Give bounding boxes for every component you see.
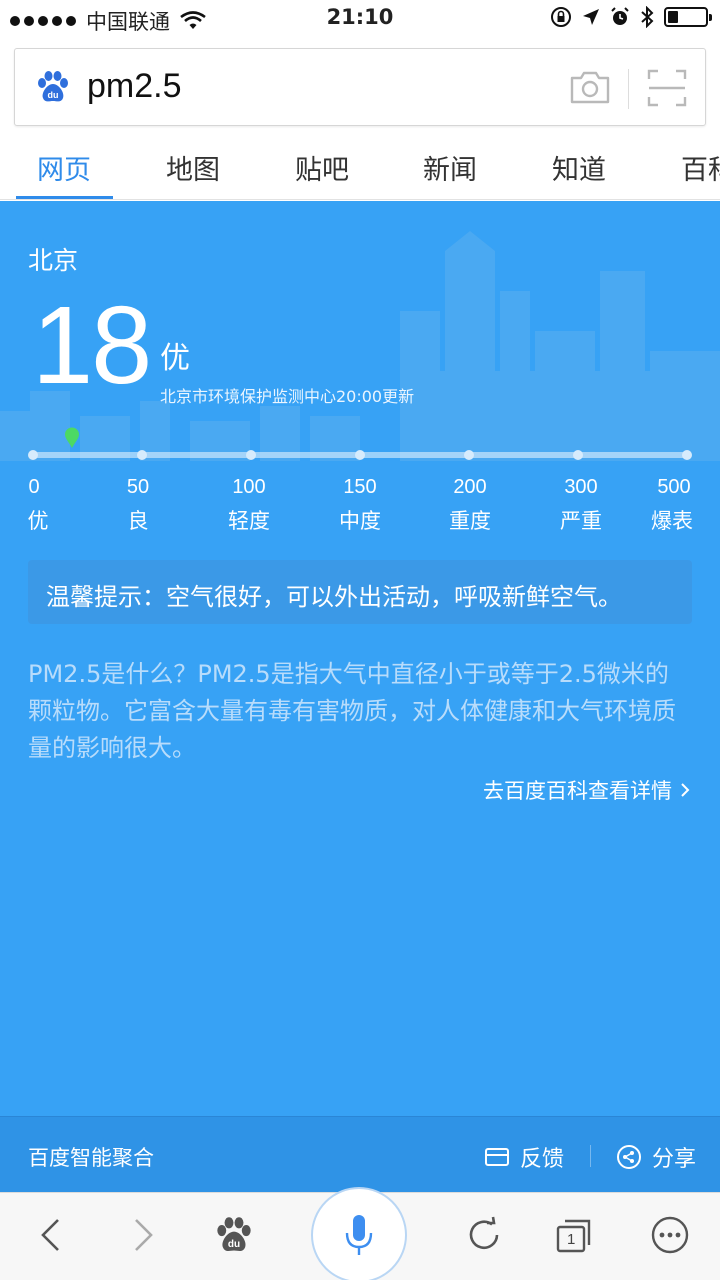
chevron-right-icon	[135, 1219, 153, 1251]
scale-dot	[28, 450, 38, 460]
feedback-button[interactable]: 反馈	[484, 1141, 564, 1173]
scale-label: 良	[127, 509, 149, 533]
aqi-position-marker-icon	[65, 427, 79, 448]
brand-label: 百度智能聚合	[28, 1146, 154, 1170]
pm25-description: PM2.5是什么？PM2.5是指大气中直径小于或等于2.5微米的颗粒物。它富含大…	[28, 660, 676, 762]
active-tab-indicator	[16, 196, 113, 199]
share-label: 分享	[652, 1147, 697, 1172]
scale-dot	[355, 450, 365, 460]
envelope-icon	[485, 1148, 509, 1166]
camera-icon[interactable]	[569, 69, 611, 105]
tab-map[interactable]: 地图	[129, 148, 257, 187]
chevron-left-icon	[41, 1219, 59, 1251]
scale-dot	[464, 450, 474, 460]
scale-value: 0	[28, 476, 40, 498]
footer-divider	[590, 1145, 591, 1167]
baidu-paw-icon: du	[38, 71, 68, 102]
card-footer: 百度智能聚合 反馈 分享	[0, 1116, 720, 1192]
baidu-paw-icon: du	[217, 1217, 251, 1251]
share-button[interactable]: 分享	[616, 1141, 696, 1173]
more-menu-button[interactable]	[646, 1211, 694, 1259]
location-arrow-icon	[583, 9, 599, 25]
tab-count: 1	[567, 1231, 576, 1248]
scale-value: 500	[657, 476, 691, 498]
tab-news[interactable]: 新闻	[386, 148, 514, 187]
battery-icon	[664, 7, 712, 27]
feedback-label: 反馈	[520, 1147, 565, 1172]
baike-details-link[interactable]: 去百度百科查看详情	[483, 775, 690, 805]
scale-dot	[573, 450, 583, 460]
scale-label: 中度	[339, 509, 381, 533]
back-button[interactable]	[26, 1211, 74, 1259]
baidu-home-button[interactable]: du	[210, 1211, 258, 1259]
aqi-update-source: 北京市环境保护监测中心20:00更新	[160, 387, 415, 406]
scale-value: 100	[232, 476, 266, 498]
bluetooth-icon	[641, 6, 654, 28]
scale-label: 爆表	[651, 509, 693, 533]
voice-search-button[interactable]	[311, 1187, 407, 1280]
baike-details-label: 去百度百科查看详情	[483, 779, 672, 803]
search-tabs: 网页 地图 贴吧 新闻 知道 百科	[0, 130, 720, 200]
alarm-icon	[611, 7, 629, 25]
aqi-level: 优	[160, 341, 190, 376]
scale-label: 严重	[560, 509, 602, 533]
scale-value: 300	[564, 476, 598, 498]
air-quality-card: 北京 18 优 北京市环境保护监测中心20:00更新 0 优 50 良 100 …	[0, 201, 720, 1116]
share-icon	[617, 1145, 641, 1169]
scale-label: 轻度	[228, 509, 270, 533]
microphone-icon	[345, 1215, 373, 1255]
tabs-button[interactable]: 1	[550, 1211, 598, 1259]
aqi-value: 18	[32, 284, 152, 407]
forward-button[interactable]	[120, 1211, 168, 1259]
scale-value: 50	[126, 476, 150, 498]
search-divider	[628, 69, 629, 109]
more-options-icon	[651, 1216, 689, 1254]
chevron-right-icon	[681, 783, 690, 797]
health-tip: 温馨提示：空气很好，可以外出活动，呼吸新鲜空气。	[28, 560, 692, 624]
scale-dot	[682, 450, 692, 460]
refresh-icon	[469, 1216, 499, 1250]
refresh-button[interactable]	[460, 1211, 508, 1259]
browser-toolbar: du 1	[0, 1187, 720, 1280]
tab-webpage[interactable]: 网页	[0, 148, 128, 187]
svg-text:du: du	[48, 90, 59, 100]
scale-dot	[137, 450, 147, 460]
scan-icon[interactable]	[647, 69, 687, 107]
rotation-lock-icon	[551, 7, 571, 27]
tab-tieba[interactable]: 贴吧	[258, 148, 386, 187]
city-name: 北京	[28, 246, 79, 275]
search-bar[interactable]: du pm2.5	[14, 48, 706, 126]
scale-value: 200	[453, 476, 487, 498]
scale-label: 优	[27, 509, 49, 533]
scale-value: 150	[343, 476, 377, 498]
scale-label: 重度	[449, 509, 491, 533]
tab-baike[interactable]: 百科	[644, 148, 720, 187]
status-bar: 中国联通 21:10	[0, 0, 720, 38]
scale-dot	[246, 450, 256, 460]
search-query[interactable]: pm2.5	[87, 67, 182, 106]
svg-text:du: du	[228, 1239, 240, 1250]
tab-zhidao[interactable]: 知道	[515, 148, 643, 187]
